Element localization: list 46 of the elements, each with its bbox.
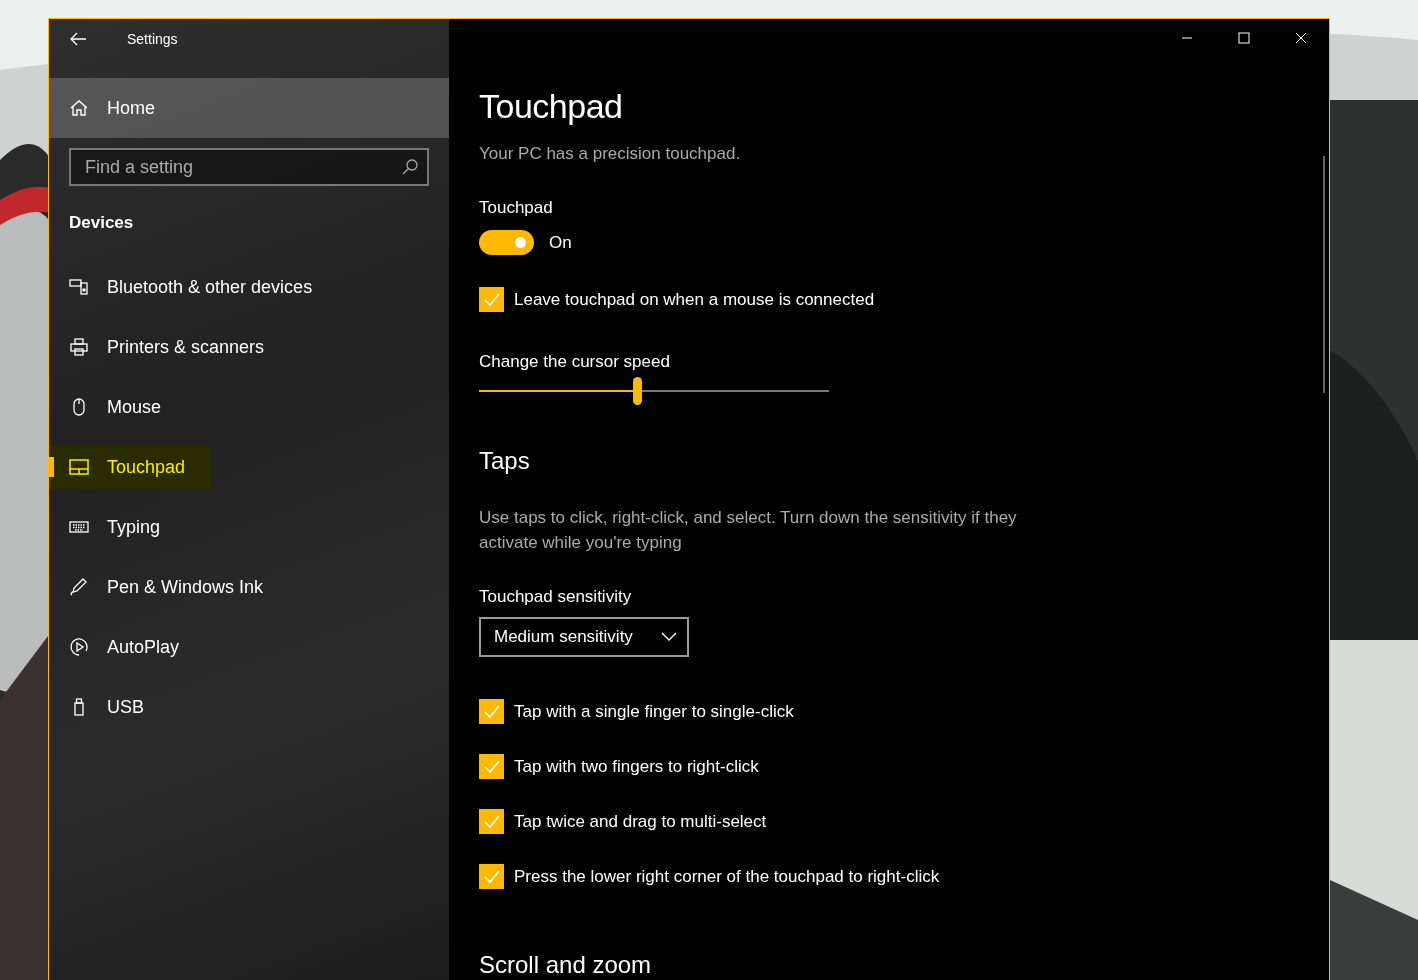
section-heading: Devices	[68, 212, 135, 234]
checkbox-label: Tap twice and drag to multi-select	[514, 811, 767, 832]
slider-thumb[interactable]	[632, 377, 642, 405]
home-nav-item[interactable]: Home	[49, 78, 449, 138]
nav-item[interactable]: Typing	[49, 497, 449, 557]
scrollbar[interactable]	[1323, 156, 1325, 393]
nav-item[interactable]: Mouse	[49, 377, 449, 437]
section-description: Use taps to click, right-click, and select. Turn down the sensitivity if they activate while you're typing	[479, 507, 1018, 554]
search-field[interactable]: Find a setting	[69, 148, 429, 186]
pen-icon	[69, 577, 89, 597]
checkbox-label: Leave touchpad on when a mouse is connected	[514, 289, 875, 310]
checkbox[interactable]	[479, 809, 504, 834]
checkbox-label: Tap with two fingers to right-click	[514, 756, 759, 777]
checkbox[interactable]	[479, 287, 504, 312]
checkbox[interactable]	[479, 864, 504, 889]
nav-item[interactable]: Printers & scanners	[49, 317, 449, 377]
nav-item[interactable]: USB	[49, 677, 449, 737]
slider-label: Change the cursor speed	[479, 352, 671, 372]
checkbox-label: Press the lower right corner of the touchpad to right-click	[514, 866, 940, 887]
play-icon	[69, 637, 89, 657]
speed-slider[interactable]	[479, 377, 829, 405]
nav-item[interactable]: Bluetooth & other devices	[49, 257, 449, 317]
page-subtitle: Your PC has a precision touchpad.	[479, 144, 742, 164]
checkbox-label: Tap with a single finger to single-click	[514, 701, 794, 722]
home-icon	[69, 98, 89, 118]
section-heading: Taps	[479, 447, 531, 475]
chevron-down-icon	[661, 632, 677, 642]
printer-icon	[69, 337, 89, 357]
maximize-icon	[1237, 32, 1250, 44]
sensitivity-dropdown[interactable]: Medium sensitivity	[479, 617, 689, 657]
dropdown-label: Touchpad sensitivity	[479, 587, 633, 607]
section-heading: Scroll and zoom	[479, 951, 653, 979]
search-icon	[401, 158, 419, 176]
checkbox[interactable]	[479, 754, 504, 779]
close-icon	[1294, 32, 1307, 44]
toggle-label: Touchpad	[479, 198, 554, 218]
nav-item[interactable]: AutoPlay	[49, 617, 449, 677]
toggle-state: On	[549, 232, 572, 253]
keyboard-speaker-icon	[69, 277, 89, 297]
window-title: Settings	[127, 31, 178, 47]
nav-item[interactable]: Pen & Windows Ink	[49, 557, 449, 617]
checkbox[interactable]	[479, 699, 504, 724]
page-title: Touchpad	[479, 87, 624, 126]
back-arrow-icon[interactable]	[69, 32, 87, 46]
touchpad-icon	[69, 457, 89, 477]
toggle-switch[interactable]	[479, 230, 534, 255]
